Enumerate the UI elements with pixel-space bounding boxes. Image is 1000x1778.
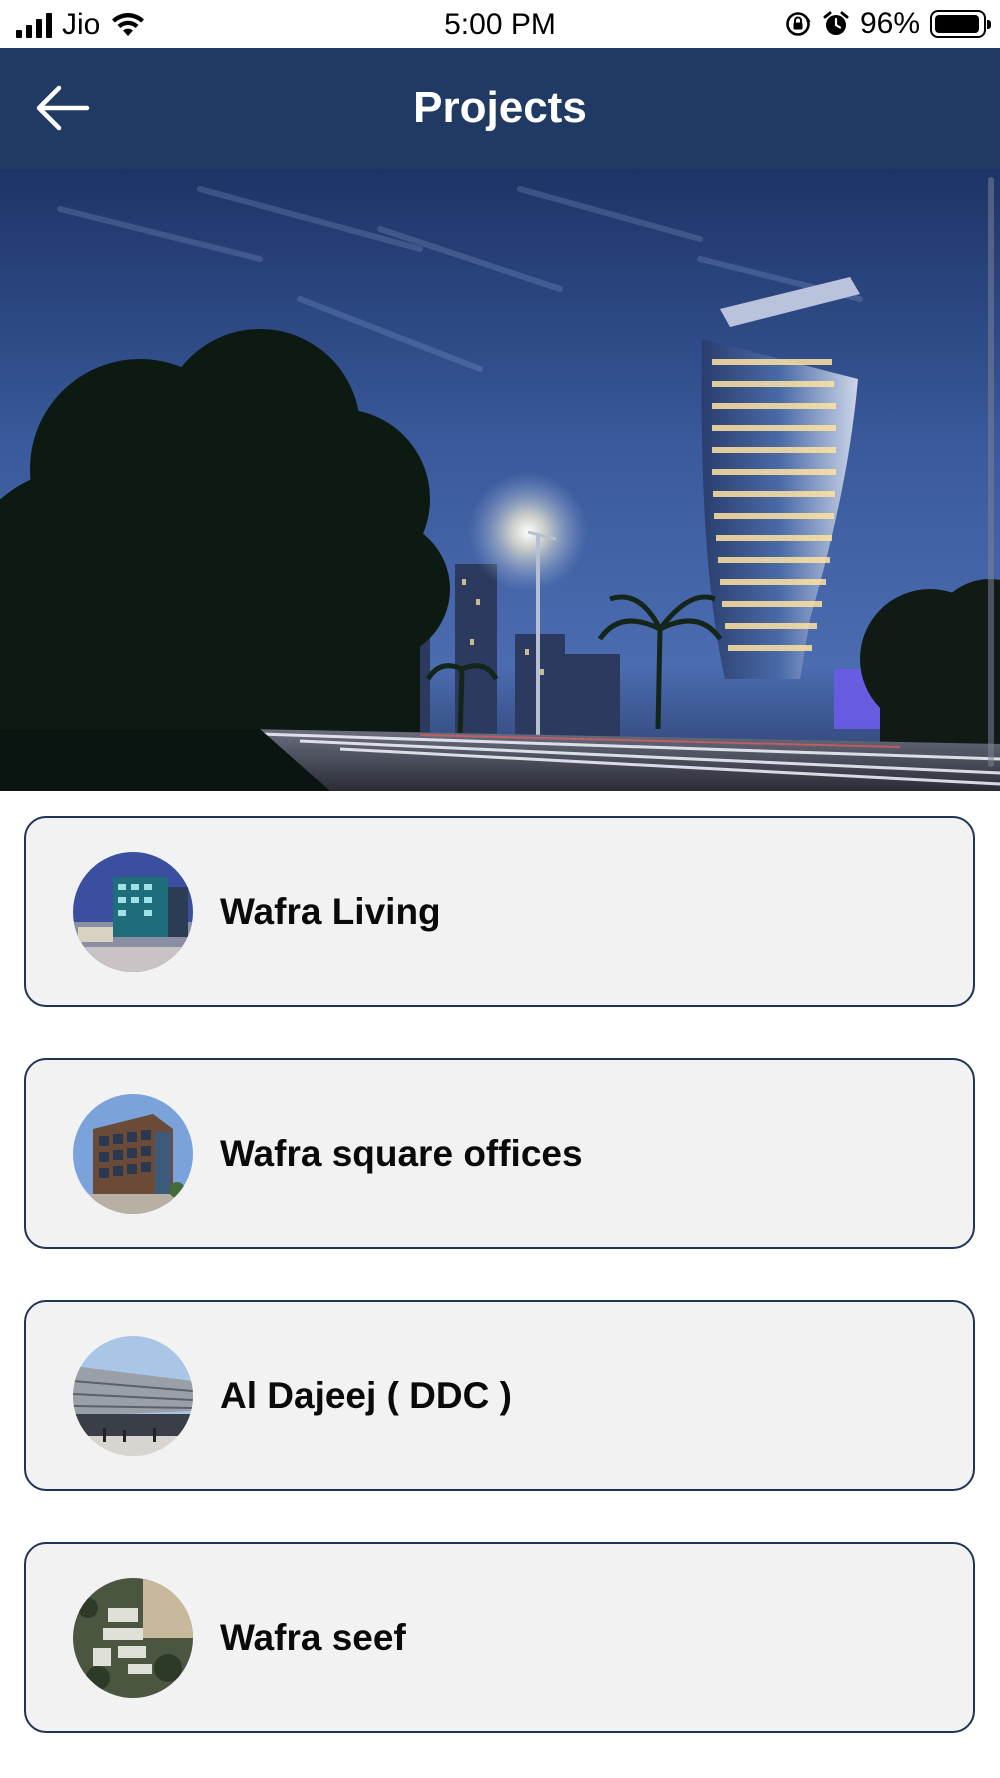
city-skyline-illustration [0,169,1000,791]
status-bar: Jio 5:00 PM 96% [0,0,1000,48]
project-card-wafra-square-offices[interactable]: Wafra square offices [24,1058,975,1249]
hero-image [0,169,1000,791]
battery-percent: 96% [859,7,920,40]
battery-level-fill [935,15,980,33]
project-name: Wafra square offices [220,1132,583,1174]
page-title: Projects [413,83,587,132]
project-card-al-dajeej[interactable]: Al Dajeej ( DDC ) [24,1300,975,1491]
project-thumbnail [73,1094,193,1214]
project-name: Wafra seef [220,1616,406,1658]
project-card-wafra-seef[interactable]: Wafra seef [24,1542,975,1733]
project-thumbnail [73,1578,193,1698]
project-card-wafra-living[interactable]: Wafra Living [24,816,975,1007]
header-bar: Projects [0,48,1000,169]
project-thumbnail [73,1336,193,1456]
status-right: 96% [784,7,991,40]
battery-icon [930,10,991,38]
project-name: Wafra Living [220,890,441,932]
orientation-lock-icon [786,12,811,36]
project-name: Al Dajeej ( DDC ) [220,1374,512,1416]
scroll-indicator [988,177,994,767]
project-thumbnail [73,852,193,972]
alarm-icon [823,11,849,35]
